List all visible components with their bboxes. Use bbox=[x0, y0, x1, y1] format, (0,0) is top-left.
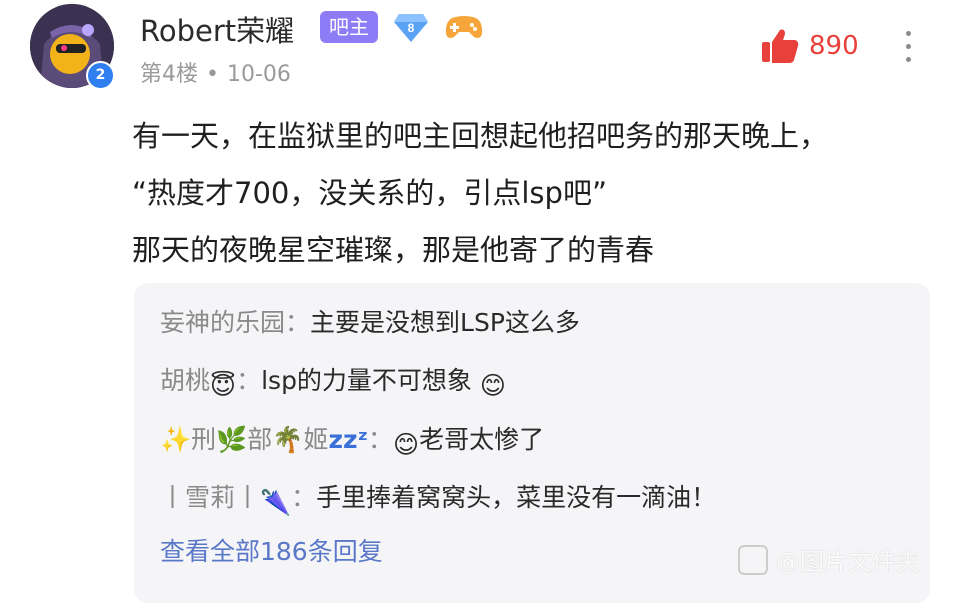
reply-author[interactable]: 妄神的乐园： bbox=[160, 308, 310, 337]
reply-author[interactable]: 胡桃 bbox=[160, 366, 210, 395]
more-dot bbox=[905, 44, 911, 49]
reply-text: 主要是没想到LSP这么多 bbox=[310, 308, 580, 337]
watermark: @图片文件夹 bbox=[738, 542, 920, 577]
halo-emoji: 😇 bbox=[210, 371, 237, 400]
more-options-button[interactable] bbox=[898, 26, 918, 70]
meta-separator: • bbox=[206, 62, 219, 87]
reply-author[interactable]: ✨刑🌿部🌴姬zzᶻ bbox=[160, 425, 368, 454]
reply-separator: ： bbox=[291, 483, 317, 512]
content-line: 那天的夜晚星空璀璨，那是他寄了的青春 bbox=[132, 233, 655, 267]
author-name-part: 姬 bbox=[303, 425, 329, 454]
reply-item[interactable]: 胡桃😇：lsp的力量不可想象 😊 bbox=[160, 361, 506, 400]
avatar-level-badge: 2 bbox=[86, 61, 115, 90]
view-all-replies-link[interactable]: 查看全部186条回复 bbox=[160, 532, 383, 568]
floor-number: 第4楼 bbox=[140, 62, 198, 87]
post-meta: 第4楼 • 10-06 bbox=[140, 56, 291, 88]
like-button[interactable]: 890 bbox=[760, 26, 859, 66]
more-vertical-icon bbox=[905, 31, 911, 36]
content-line: “热度才700，没关系的，引点lsp吧” bbox=[132, 176, 607, 210]
gamepad-icon bbox=[445, 16, 483, 38]
author-name-part: 刑 bbox=[191, 425, 217, 454]
reply-author[interactable]: 丨雪莉丨 bbox=[160, 483, 260, 512]
sparkles-emoji: ✨ bbox=[160, 425, 192, 454]
more-dot bbox=[905, 57, 911, 62]
watermark-icon bbox=[738, 544, 768, 575]
reply-item[interactable]: 妄神的乐园：主要是没想到LSP这么多 bbox=[160, 303, 580, 339]
reply-separator: ： bbox=[236, 366, 262, 395]
herb-emoji: 🌿 bbox=[216, 425, 248, 454]
palm-tree-emoji: 🌴 bbox=[272, 425, 304, 454]
reply-separator: ： bbox=[368, 425, 394, 454]
reply-item[interactable]: ✨刑🌿部🌴姬zzᶻ：😊老哥太惨了 bbox=[160, 420, 544, 459]
thumbs-up-icon bbox=[762, 29, 799, 63]
smile-emoji: 😊 bbox=[393, 430, 420, 459]
reply-text: 老哥太惨了 bbox=[419, 425, 545, 454]
umbrella-emoji: 🌂 bbox=[260, 488, 292, 517]
post-date: 10-06 bbox=[226, 62, 291, 87]
reply-text: lsp的力量不可想象 bbox=[261, 366, 480, 395]
username[interactable]: Robert荣耀 bbox=[140, 8, 294, 50]
watermark-text: @图片文件夹 bbox=[776, 548, 920, 576]
post-content: 有一天，在监狱里的吧主回想起他招吧务的那天晚上， “热度才700，没关系的，引点… bbox=[132, 108, 932, 279]
level-number: 8 bbox=[408, 21, 415, 35]
reply-item[interactable]: 丨雪莉丨🌂：手里捧着窝窝头，菜里没有一滴油！ bbox=[160, 478, 716, 518]
author-name-part: 部 bbox=[247, 425, 273, 454]
like-count: 890 bbox=[809, 31, 859, 61]
diamond-level-icon: 8 bbox=[394, 14, 428, 42]
host-tag: 吧主 bbox=[320, 11, 378, 43]
reply-text: 手里捧着窝窝头，菜里没有一滴油！ bbox=[316, 483, 717, 512]
content-line: 有一天，在监狱里的吧主回想起他招吧务的那天晚上， bbox=[132, 119, 829, 153]
smile-emoji: 😊 bbox=[479, 371, 506, 400]
zzz-emoji: zzᶻ bbox=[328, 425, 369, 454]
